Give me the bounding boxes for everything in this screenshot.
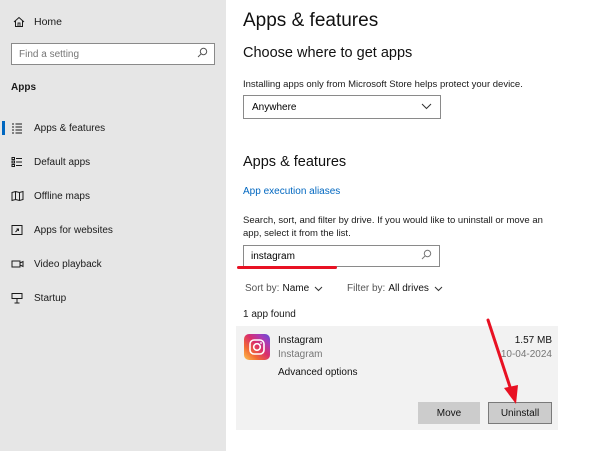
section-heading-apps-features: Apps & features — [243, 154, 347, 170]
home-link[interactable]: Home — [12, 14, 62, 30]
page-title: Apps & features — [243, 10, 379, 31]
app-search-input[interactable]: instagram — [243, 245, 440, 267]
move-button[interactable]: Move — [418, 402, 480, 424]
sort-label: Sort by: — [245, 283, 280, 294]
result-count: 1 app found — [243, 309, 296, 320]
filter-label: Filter by: — [347, 283, 386, 294]
open-in-app-icon — [10, 223, 24, 237]
chevron-down-icon — [421, 102, 432, 113]
app-source-dropdown[interactable]: Anywhere — [243, 95, 441, 119]
instructions-line-2: app, select it from the list. — [243, 228, 351, 239]
section-heading-apps: Apps — [11, 82, 36, 93]
app-execution-aliases-link[interactable]: App execution aliases — [243, 186, 340, 197]
sort-dropdown[interactable]: Sort by: Name — [245, 283, 323, 294]
app-install-date: 10-04-2024 — [500, 349, 552, 360]
home-label: Home — [34, 16, 63, 28]
sidebar-item-offline-maps[interactable]: Offline maps — [0, 185, 226, 207]
find-setting-input[interactable]: Find a setting — [11, 43, 215, 65]
search-icon — [197, 47, 208, 61]
sidebar-item-label: Startup — [34, 292, 67, 304]
startup-icon — [10, 291, 24, 305]
sidebar-item-apps-for-websites[interactable]: Apps for websites — [0, 219, 226, 241]
section-heading-get-apps: Choose where to get apps — [243, 45, 413, 61]
filter-value: All drives — [388, 283, 429, 294]
list-icon — [10, 121, 24, 135]
active-indicator — [2, 121, 5, 135]
sidebar-item-label: Offline maps — [34, 190, 90, 202]
app-name: Instagram — [278, 335, 323, 346]
sidebar-item-label: Video playback — [34, 258, 102, 270]
red-underline-annotation — [237, 266, 337, 269]
app-publisher: Instagram — [278, 349, 323, 360]
sidebar-item-label: Apps & features — [34, 122, 106, 134]
instagram-icon — [244, 334, 270, 360]
search-icon — [421, 249, 432, 263]
filter-dropdown[interactable]: Filter by: All drives — [347, 283, 443, 294]
app-search-value: instagram — [251, 250, 295, 262]
sidebar-item-label: Apps for websites — [34, 224, 113, 236]
find-setting-placeholder: Find a setting — [19, 48, 80, 60]
video-icon — [10, 257, 24, 271]
app-source-value: Anywhere — [252, 101, 297, 113]
map-icon — [10, 189, 24, 203]
get-apps-description: Installing apps only from Microsoft Stor… — [243, 79, 523, 90]
sidebar-item-label: Default apps — [34, 156, 91, 168]
chevron-down-icon — [434, 286, 443, 292]
chevron-down-icon — [314, 286, 323, 292]
sidebar: Home Find a setting Apps Apps & features… — [0, 0, 226, 451]
sidebar-item-video-playback[interactable]: Video playback — [0, 253, 226, 275]
sidebar-item-startup[interactable]: Startup — [0, 287, 226, 309]
main-content: Apps & features Choose where to get apps… — [226, 0, 600, 451]
advanced-options-link[interactable]: Advanced options — [278, 367, 358, 378]
sidebar-item-apps-features[interactable]: Apps & features — [0, 117, 226, 139]
default-apps-icon — [10, 155, 24, 169]
home-icon — [12, 15, 26, 29]
uninstall-button[interactable]: Uninstall — [488, 402, 552, 424]
sidebar-item-default-apps[interactable]: Default apps — [0, 151, 226, 173]
sort-value: Name — [282, 283, 310, 294]
app-list-item-instagram[interactable]: Instagram Instagram 1.57 MB 10-04-2024 A… — [236, 326, 558, 430]
instructions-line-1: Search, sort, and filter by drive. If yo… — [243, 215, 543, 226]
app-size: 1.57 MB — [514, 335, 552, 346]
